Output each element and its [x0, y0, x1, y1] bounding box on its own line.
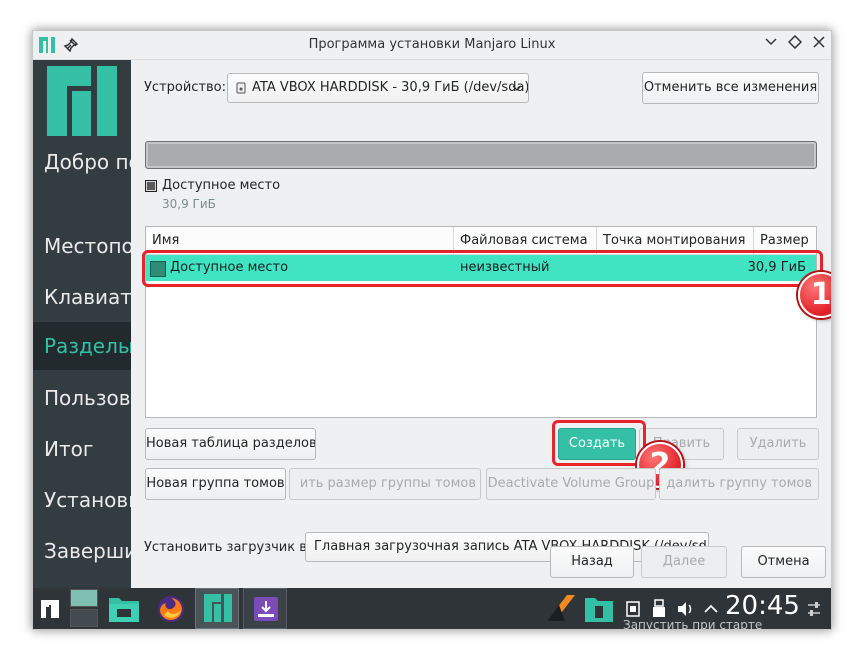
chevron-down-icon	[765, 38, 777, 46]
diamond-icon	[787, 34, 803, 50]
task-installer[interactable]	[195, 588, 239, 629]
firefox-icon[interactable]	[155, 593, 187, 625]
partitions-page: Устройство: ATA VBOX HARDDISK - 30,9 ГиБ…	[131, 60, 831, 588]
bootloader-label: Установить загрузчик в:	[144, 540, 312, 555]
panel-settings-icon[interactable]	[806, 600, 822, 618]
sidebar-item-partitions: Разделы	[33, 322, 131, 370]
file-manager-icon[interactable]	[107, 594, 141, 624]
sidebar-item-summary: Итог	[44, 437, 94, 461]
sidebar-item-users: Пользователи	[44, 386, 131, 410]
terminal-icon[interactable]	[545, 593, 577, 623]
cancel-button[interactable]: Отмена	[741, 546, 826, 578]
device-label: Устройство:	[144, 80, 227, 95]
legend-swatch	[145, 180, 157, 192]
chevron-up-icon[interactable]	[703, 601, 719, 617]
chevron-down-icon	[512, 85, 522, 91]
deactivate-volume-group-button[interactable]: Deactivate Volume Group	[486, 468, 656, 500]
revert-all-button[interactable]: Отменить все изменения	[642, 72, 819, 104]
sidebar-item-location: Местоположение	[44, 234, 131, 258]
new-partition-table-button[interactable]: Новая таблица разделов	[145, 428, 316, 460]
manjaro-logo-icon	[204, 594, 232, 622]
sidebar-item-welcome: Добро пожаловать	[44, 150, 131, 174]
close-button[interactable]	[808, 35, 830, 55]
remove-volume-group-button[interactable]: Удалить группу томов	[659, 468, 819, 500]
sidebar-item-install: Установить	[44, 488, 131, 512]
title-bar: Программа установки Manjaro Linux	[33, 31, 831, 60]
new-volume-group-button[interactable]: Новая группа томов	[145, 468, 286, 500]
device-select-value: ATA VBOX HARDDISK - 30,9 ГиБ (/dev/sda)	[252, 80, 529, 95]
manjaro-logo-icon	[47, 66, 117, 136]
download-icon	[254, 597, 278, 621]
minimize-button[interactable]	[760, 35, 782, 55]
taskbar: Запустить при старте 20:45	[33, 588, 831, 629]
sidebar: Добро пожаловать Местоположение Клавиату…	[33, 60, 131, 588]
legend-size: 30,9 ГиБ	[162, 197, 216, 211]
device-select[interactable]: ATA VBOX HARDDISK - 30,9 ГиБ (/dev/sda)	[227, 73, 529, 103]
trash-folder-icon[interactable]	[583, 594, 615, 624]
installer-window: Программа установки Manjaro Linux Добро …	[32, 30, 832, 630]
clipboard-icon[interactable]	[625, 600, 641, 618]
annotation-highlight-1	[142, 250, 823, 287]
annotation-highlight-2	[552, 420, 646, 466]
clock[interactable]: 20:45	[725, 591, 800, 621]
close-icon	[813, 36, 825, 48]
resize-volume-group-button[interactable]: Изменить размер группы томов	[289, 468, 481, 500]
window-title: Программа установки Manjaro Linux	[308, 37, 556, 52]
back-button[interactable]: Назад	[550, 546, 634, 578]
volume-icon[interactable]	[676, 600, 694, 618]
partition-bar	[145, 141, 817, 169]
delete-button[interactable]: Удалить	[737, 428, 819, 460]
harddisk-icon	[236, 82, 246, 94]
resize-volume-group-label: Изменить размер группы томов	[301, 476, 476, 491]
sidebar-item-finish: Завершить	[44, 539, 131, 563]
next-button[interactable]: Далее	[641, 546, 727, 578]
usb-device-icon[interactable]	[652, 599, 666, 619]
desktop-pager[interactable]	[69, 588, 99, 629]
maximize-button[interactable]	[784, 34, 806, 55]
remove-volume-group-label: Удалить группу томов	[666, 476, 812, 491]
task-downloader[interactable]	[243, 588, 287, 629]
legend-label: Доступное место	[162, 178, 281, 193]
application-menu-icon[interactable]	[39, 598, 61, 620]
sidebar-item-keyboard: Клавиатура	[44, 285, 131, 309]
